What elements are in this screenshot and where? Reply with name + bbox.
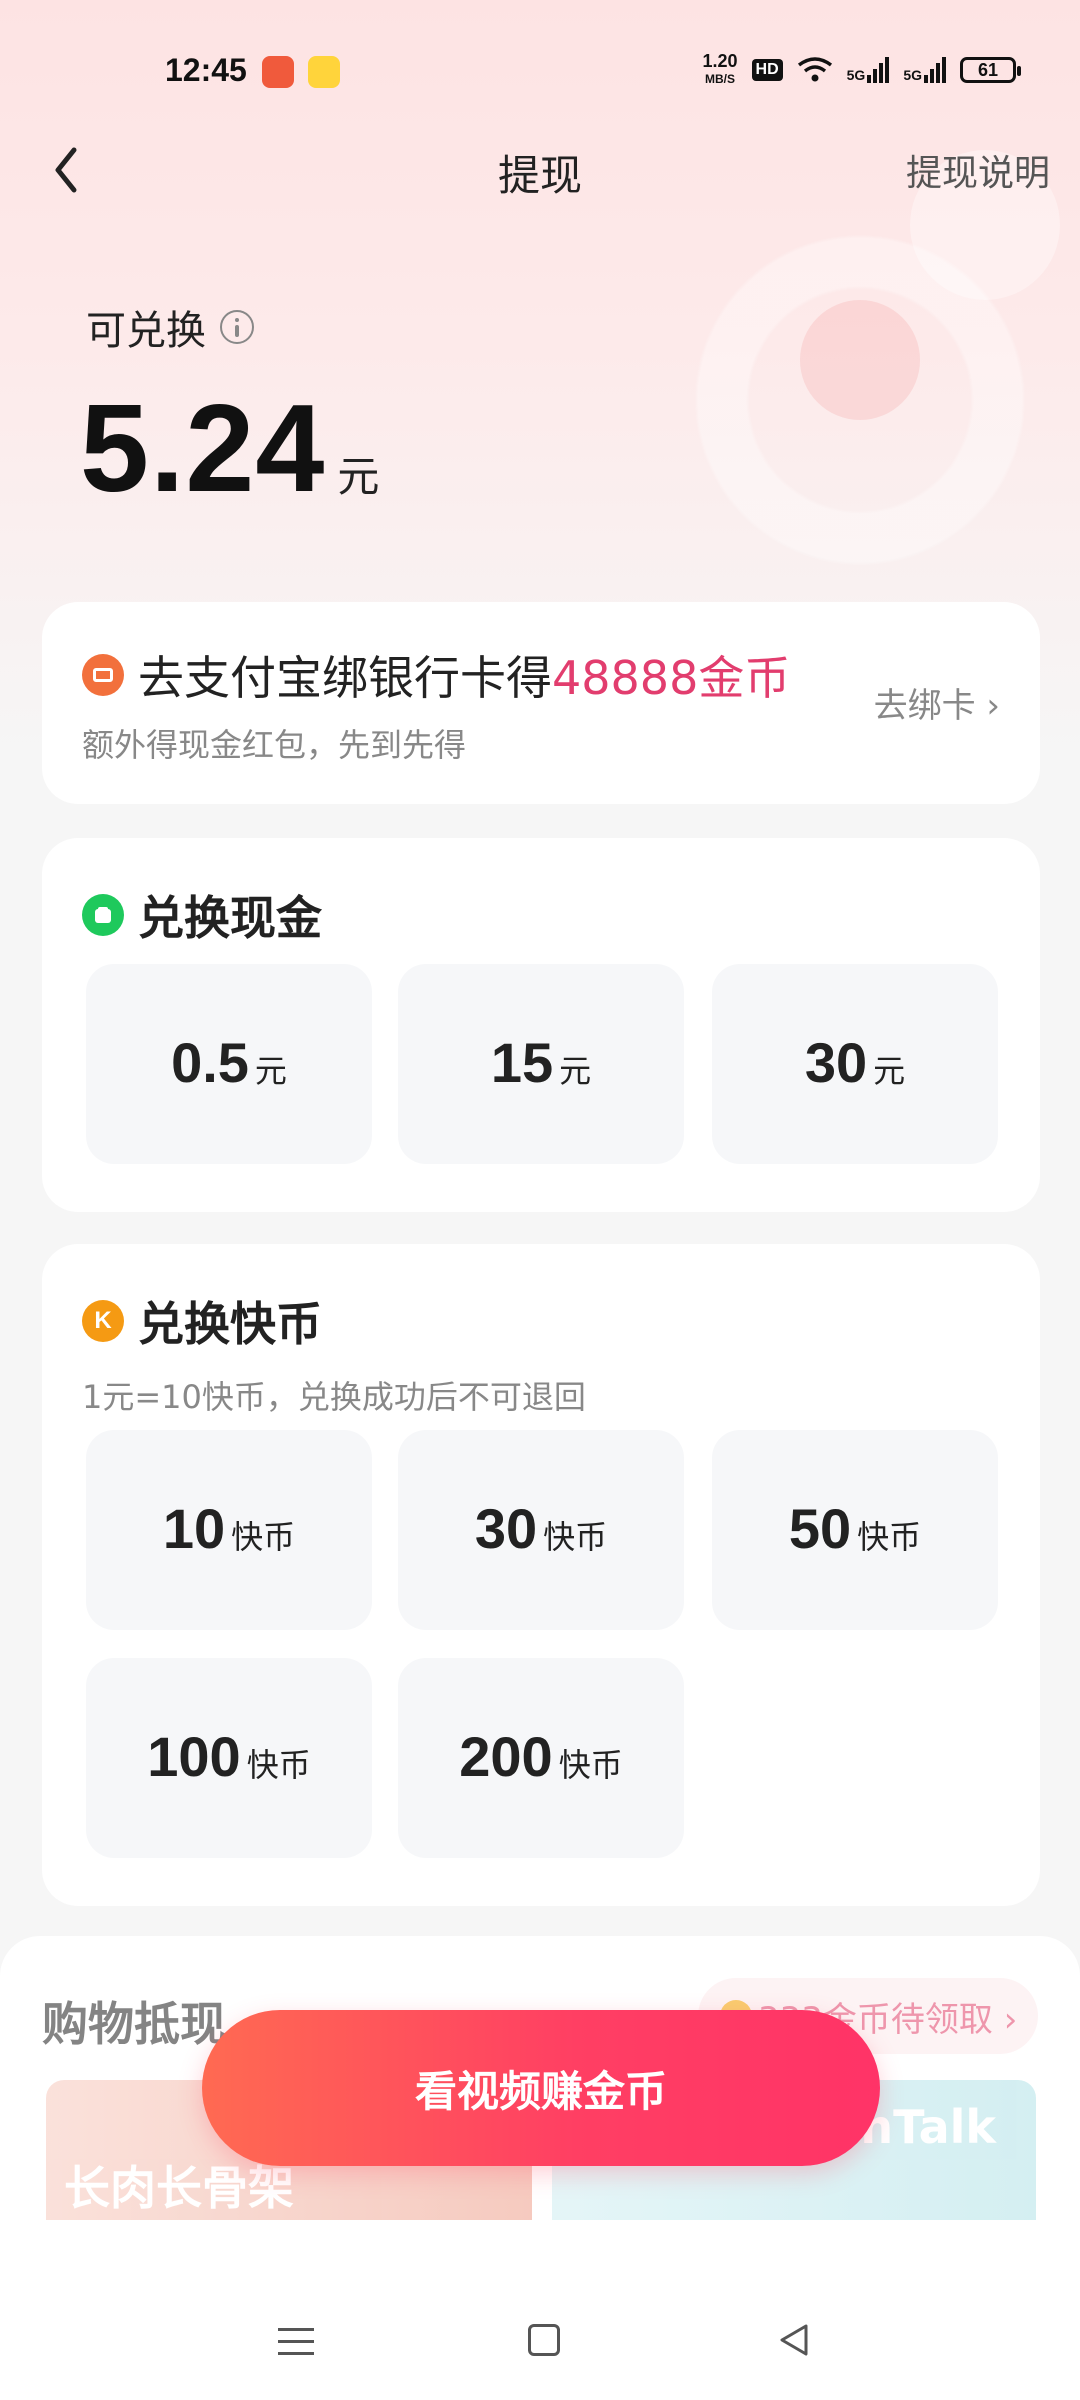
cash-icon [82,894,124,936]
kuaibi-section-header: K 兑换快币 [82,1288,322,1354]
kuaibi-option[interactable]: 30 快币 [398,1430,684,1630]
recent-apps-icon[interactable] [278,2328,314,2356]
kuaibi-section-subtitle: 1元=10快币，兑换成功后不可退回 [82,1378,586,1416]
alipay-bind-card-promo[interactable]: 去支付宝绑银行卡得48888金币 额外得现金红包，先到先得 去绑卡 › [42,602,1040,804]
kuaibi-option[interactable]: 200 快币 [398,1658,684,1858]
info-icon[interactable] [220,310,254,344]
cash-section-header: 兑换现金 [82,882,322,948]
meituan-notification-icon [308,56,340,88]
balance-display: 5.24 元 [80,378,379,520]
cash-option[interactable]: 30 元 [712,964,998,1164]
network-speed: 1.20 MB/S [702,51,738,86]
kuaibi-option[interactable]: 10 快币 [86,1430,372,1630]
balance-amount: 5.24 [80,380,326,518]
kuaibi-option[interactable]: 100 快币 [86,1658,372,1858]
signal-5g-icon-2: 5G [903,57,946,83]
system-back-icon[interactable] [776,2322,812,2358]
available-label: 可兑换 [86,298,254,356]
balance-unit: 元 [337,452,380,501]
cash-section-title: 兑换现金 [138,891,322,945]
withdraw-screen: 12:45 1.20 MB/S HD 5G 5G 61 提现 提现说明 可兑换 … [0,0,1080,2400]
watch-video-earn-coins-button[interactable]: 看视频赚金币 [202,2010,880,2166]
system-nav-bar [0,2260,1080,2400]
home-icon[interactable] [528,2324,560,2356]
status-indicators: 1.20 MB/S HD 5G 5G 61 [702,51,1021,88]
withdraw-instructions-link[interactable]: 提现说明 [906,144,1050,196]
promo-title: 去支付宝绑银行卡得48888金币 [138,651,791,705]
bind-card-button[interactable]: 去绑卡 › [874,678,1000,727]
status-time: 12:45 [165,52,247,88]
hd-icon: HD [751,59,783,81]
promo-subtitle: 额外得现金红包，先到先得 [82,726,467,764]
cash-exchange-section: 兑换现金 0.5 元 15 元 30 元 [42,838,1040,1212]
wifi-icon [797,57,832,82]
status-bar: 12:45 1.20 MB/S HD 5G 5G 61 [0,0,1080,140]
kuaibi-exchange-section: K 兑换快币 1元=10快币，兑换成功后不可退回 10 快币 30 快币 50 快币 … [42,1244,1040,1906]
app-notification-icon [262,56,294,88]
kuaibi-section-title: 兑换快币 [138,1297,322,1351]
wallet-icon [82,654,124,696]
promo-highlight: 48888金币 [552,651,791,705]
battery-icon: 61 [960,57,1021,83]
signal-5g-icon: 5G [847,57,890,83]
kuaibi-option[interactable]: 50 快币 [712,1430,998,1630]
shopping-section-title: 购物抵现 [42,1997,226,2051]
kuaibi-icon: K [82,1300,124,1342]
cash-option[interactable]: 0.5 元 [86,964,372,1164]
cash-option[interactable]: 15 元 [398,964,684,1164]
hero-decoration-dot [800,300,920,420]
